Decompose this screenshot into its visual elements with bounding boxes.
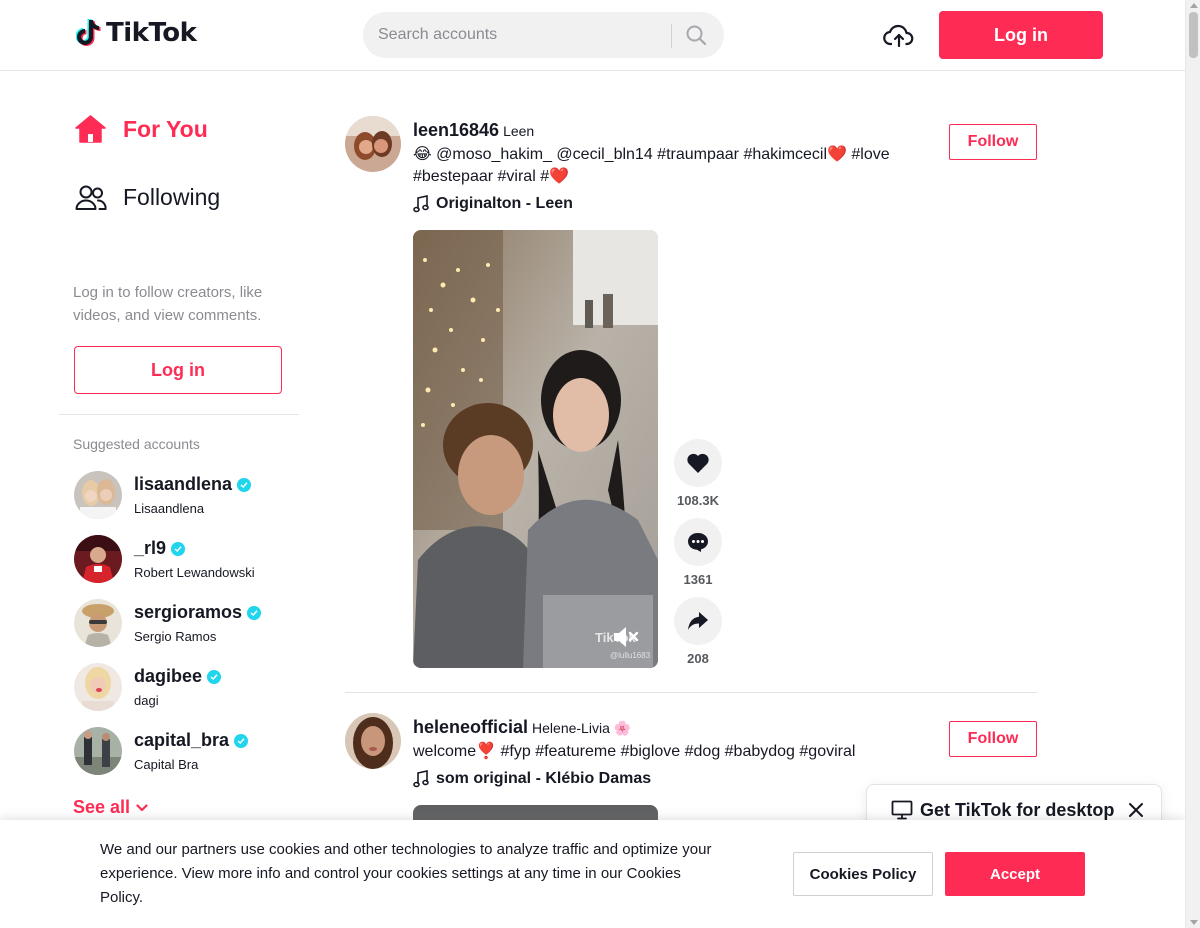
logo-wordmark: TikTok [106,18,197,48]
nav-following[interactable]: Following [74,182,220,212]
post-caption-line: #bestepaar #viral #❤️ [413,168,570,185]
account-username: dagibee [134,666,222,687]
top-bar: TikTok Log in [0,0,1185,71]
search-bar [363,12,724,58]
like-button[interactable] [674,439,722,487]
share-button[interactable] [674,597,722,645]
cookie-banner: We and our partners use cookies and othe… [0,820,1185,928]
share-count: 208 [687,651,709,666]
promo-label: Get TikTok for desktop [920,800,1115,820]
post-display-name: Leen [503,123,535,139]
desktop-monitor-icon [891,800,913,820]
video-watermark-user: @lullu1683 [610,651,651,660]
verified-badge-icon [171,541,186,556]
scroll-up-arrow-icon[interactable] [1190,3,1198,8]
music-note-icon [413,770,429,788]
search-button[interactable] [681,23,711,47]
login-hint: Log in to follow creators, like videos, … [73,284,263,324]
verified-badge-icon [237,477,252,492]
post-music-label: som original - Klébio Damas [436,770,652,787]
account-username: _rl9 [134,538,186,559]
tiktok-note-icon [76,19,101,46]
tiktok-logo[interactable]: TikTok [76,18,197,48]
video-frame [413,230,658,668]
like-count: 108.3K [677,493,719,508]
avatar [74,727,122,775]
comment-icon [688,533,708,552]
suggested-account-item[interactable]: lisaandlena Lisaandlena [74,471,294,521]
suggested-account-item[interactable]: dagibee dagi [74,663,294,713]
account-username: sergioramos [134,602,262,623]
post-author-avatar[interactable] [345,116,401,172]
suggested-account-item[interactable]: sergioramos Sergio Ramos [74,599,294,649]
music-note-icon [413,195,429,213]
suggested-account-item[interactable]: _rl9 Robert Lewandowski [74,535,294,585]
search-input[interactable] [378,12,668,58]
verified-badge-icon [234,733,249,748]
post-author: heleneofficial Helene-Livia 🌸 [413,717,631,738]
suggested-accounts-title: Suggested accounts [73,436,200,452]
avatar [74,471,122,519]
scroll-thumb[interactable] [1189,12,1198,58]
verified-badge-icon [207,669,222,684]
verified-badge-icon [247,605,262,620]
follow-button[interactable]: Follow [949,124,1037,160]
post-music-label: Originalton - Leen [436,195,573,212]
comment-count: 1361 [683,572,713,587]
suggested-account-item[interactable]: capital_bra Capital Bra [74,727,294,777]
post-display-name: Helene-Livia 🌸 [532,720,632,736]
cookies-policy-button[interactable]: Cookies Policy [793,852,933,896]
sidebar-login-button[interactable]: Log in [74,346,282,394]
accept-cookies-button[interactable]: Accept [945,852,1085,896]
sidebar-divider [59,414,299,415]
see-all-link[interactable]: See all [73,797,148,818]
account-username: capital_bra [134,730,249,751]
nav-following-label: Following [123,183,221,210]
post-author-avatar[interactable] [345,713,401,769]
header-login-button[interactable]: Log in [939,11,1103,59]
chevron-down-icon [136,803,148,811]
cookie-message: We and our partners use cookies and othe… [100,841,712,906]
see-all-label: See all [73,797,131,817]
cloud-upload-icon [883,24,914,48]
account-display-name: Sergio Ramos [134,629,217,644]
post-caption: welcome❣️ #fyp #featureme #biglove #dog … [413,741,913,763]
search-icon [686,25,707,46]
share-arrow-icon [688,612,708,630]
users-icon [75,185,107,210]
avatar [74,535,122,583]
comment-button[interactable] [674,518,722,566]
scroll-down-arrow-icon[interactable] [1190,920,1198,925]
account-display-name: dagi [134,693,159,708]
video-player[interactable]: TikTok @lullu1683 [413,230,658,668]
post-caption-line: welcome❣️ #fyp #featureme #biglove #dog … [413,743,856,760]
follow-button[interactable]: Follow [949,721,1037,757]
nav-for-you-label: For You [123,115,208,142]
post-music-link[interactable]: Originalton - Leen [413,195,573,213]
avatar [74,663,122,711]
feed-divider [345,692,1037,693]
account-username: lisaandlena [134,474,252,495]
heart-icon [687,453,709,473]
post-username[interactable]: heleneofficial [413,717,528,738]
avatar [74,599,122,647]
post-music-link[interactable]: som original - Klébio Damas [413,770,651,788]
account-display-name: Lisaandlena [134,501,205,516]
speaker-muted-icon [614,627,639,647]
post-caption: 😂 @moso_hakim_ @cecil_bln14 #traumpaar #… [413,144,913,188]
mute-button[interactable] [611,625,641,649]
post-author: leen16846 Leen [413,120,534,141]
search-divider [671,24,672,48]
post-username[interactable]: leen16846 [413,120,499,141]
nav-for-you[interactable]: For You [74,114,208,144]
account-display-name: Capital Bra [134,757,199,772]
home-icon [75,115,106,143]
upload-button[interactable] [883,20,915,52]
page-scrollbar[interactable] [1185,0,1200,928]
post-caption-line: 😂 @moso_hakim_ @cecil_bln14 #traumpaar #… [413,146,890,163]
account-display-name: Robert Lewandowski [134,565,255,580]
close-icon[interactable] [1127,801,1145,819]
